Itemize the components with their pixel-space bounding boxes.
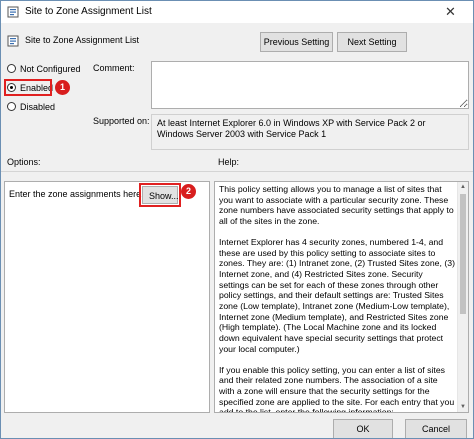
- comment-input[interactable]: [151, 61, 469, 109]
- help-paragraph: Internet Explorer has 4 security zones, …: [219, 236, 455, 354]
- radio-disabled[interactable]: Disabled: [7, 102, 55, 112]
- options-pane: Enter the zone assignments here.: [4, 181, 210, 413]
- scroll-up-icon[interactable]: ▲: [460, 184, 466, 190]
- enabled-highlight-box: [4, 79, 52, 96]
- help-label: Help:: [218, 157, 240, 167]
- title-bar: Site to Zone Assignment List ✕: [1, 1, 473, 23]
- radio-circle: [7, 64, 16, 73]
- radio-not-configured[interactable]: Not Configured: [7, 64, 81, 74]
- show-highlight-box: [139, 183, 181, 207]
- cancel-button[interactable]: Cancel: [405, 419, 467, 438]
- window-title: Site to Zone Assignment List: [25, 6, 152, 17]
- scroll-thumb[interactable]: [460, 194, 466, 314]
- section-divider: [1, 171, 473, 172]
- radio-label: Not Configured: [20, 64, 81, 74]
- next-setting-button[interactable]: Next Setting: [337, 32, 407, 52]
- supported-on-value: At least Internet Explorer 6.0 in Window…: [151, 114, 469, 150]
- step-badge-2: 2: [181, 184, 196, 199]
- previous-setting-button[interactable]: Previous Setting: [260, 32, 333, 52]
- zone-assignments-label: Enter the zone assignments here.: [9, 189, 144, 199]
- policy-name: Site to Zone Assignment List: [25, 35, 140, 45]
- radio-label: Disabled: [20, 102, 56, 112]
- comment-label: Comment:: [93, 63, 135, 73]
- help-pane: This policy setting allows you to manage…: [214, 181, 469, 413]
- options-label: Options:: [7, 157, 41, 167]
- help-paragraph: If you enable this policy setting, you c…: [219, 364, 455, 413]
- help-paragraph: This policy setting allows you to manage…: [219, 184, 454, 227]
- radio-circle: [7, 102, 16, 111]
- policy-icon: [7, 6, 19, 18]
- help-text: This policy setting allows you to manage…: [219, 184, 455, 413]
- scroll-down-icon[interactable]: ▼: [460, 404, 466, 410]
- close-button[interactable]: ✕: [429, 1, 473, 23]
- step-badge-1: 1: [55, 80, 70, 95]
- setting-icon: [7, 35, 19, 47]
- close-icon: ✕: [445, 4, 456, 19]
- ok-button[interactable]: OK: [333, 419, 393, 438]
- help-scrollbar[interactable]: ▲ ▼: [457, 182, 468, 412]
- policy-dialog: Site to Zone Assignment List ✕ Site to Z…: [0, 0, 474, 439]
- supported-on-label: Supported on:: [93, 116, 150, 126]
